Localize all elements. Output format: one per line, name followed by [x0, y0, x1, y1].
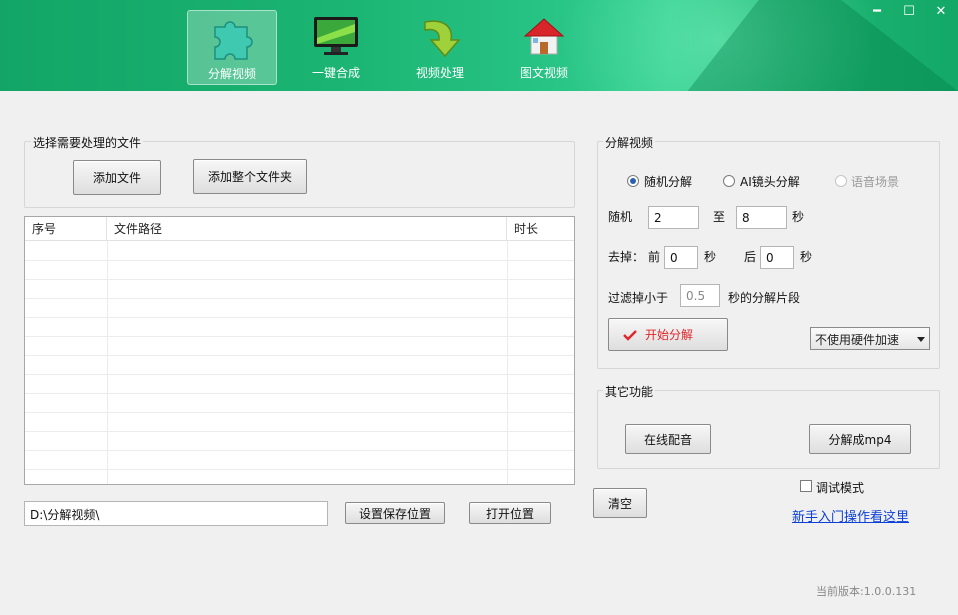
trim-front-field[interactable]: 0: [664, 246, 698, 269]
table-row: [25, 280, 574, 299]
tab-split-video[interactable]: 分解视频: [187, 10, 277, 85]
monitor-icon: [314, 17, 358, 55]
add-file-button[interactable]: 添加文件: [73, 160, 161, 195]
column-header-duration[interactable]: 时长: [507, 217, 574, 241]
to-label: 至: [713, 210, 726, 224]
table-row: [25, 242, 574, 261]
tab-label: 图文视频: [519, 66, 568, 80]
table-row: [25, 375, 574, 394]
random-max-field[interactable]: 8: [736, 206, 787, 229]
back-label: 后: [744, 250, 757, 264]
tab-video-process[interactable]: 视频处理: [395, 10, 485, 85]
debug-mode-label: 调试模式: [816, 481, 865, 495]
start-split-label: 开始分解: [645, 328, 694, 342]
tab-label: 分解视频: [207, 67, 256, 81]
close-button[interactable]: ✕: [930, 3, 952, 21]
seconds-label: 秒: [800, 250, 813, 264]
open-location-button[interactable]: 打开位置: [469, 502, 551, 524]
filter-label: 过滤掉小于: [608, 291, 669, 305]
table-row: [25, 356, 574, 375]
start-split-button[interactable]: 开始分解: [608, 318, 728, 351]
table-row: [25, 394, 574, 413]
tab-label: 视频处理: [415, 66, 464, 80]
table-row: [25, 432, 574, 451]
other-functions-title: 其它功能: [603, 383, 656, 400]
radio-label: 语音场景: [851, 175, 900, 189]
table-row: [25, 299, 574, 318]
random-label: 随机: [608, 210, 633, 224]
tab-image-text-video[interactable]: 图文视频: [499, 10, 589, 85]
file-table[interactable]: 序号 文件路径 时长: [24, 216, 575, 485]
split-to-mp4-button[interactable]: 分解成mp4: [809, 424, 911, 454]
radio-ai-shot-split[interactable]: [723, 175, 735, 187]
split-video-title: 分解视频: [603, 134, 656, 151]
random-min-field[interactable]: 2: [648, 206, 699, 229]
hw-accel-select[interactable]: 不使用硬件加速: [810, 327, 930, 350]
chevron-down-icon: [917, 337, 925, 342]
check-icon: [623, 329, 637, 341]
front-label: 前: [648, 250, 661, 264]
filter-min-field[interactable]: 0.5: [680, 284, 720, 307]
arrow-down-icon: [424, 20, 461, 58]
filter-suffix-label: 秒的分解片段: [728, 291, 801, 305]
column-header-index[interactable]: 序号: [25, 217, 107, 241]
house-icon: [523, 18, 565, 55]
seconds-label: 秒: [704, 250, 717, 264]
trim-back-field[interactable]: 0: [760, 246, 794, 269]
table-row: [25, 451, 574, 470]
table-header: 序号 文件路径 时长: [25, 217, 574, 241]
trim-label: 去掉：: [608, 250, 645, 264]
beginner-guide-link[interactable]: 新手入门操作看这里: [792, 506, 909, 525]
version-label: 当前版本:1.0.0.131: [816, 585, 917, 598]
top-banner: 分解视频 一键合成 视频处理 图文视频 ━ ☐ ✕: [0, 0, 958, 91]
table-row: [25, 413, 574, 432]
radio-random-split[interactable]: [627, 175, 639, 187]
table-row: [25, 318, 574, 337]
add-folder-button[interactable]: 添加整个文件夹: [193, 159, 307, 194]
debug-mode-checkbox[interactable]: [800, 480, 812, 492]
radio-label: AI镜头分解: [740, 175, 800, 189]
save-path-field[interactable]: D:\分解视频\: [24, 501, 328, 526]
table-row: [25, 261, 574, 280]
clear-button[interactable]: 清空: [593, 488, 647, 518]
tab-one-click-compose[interactable]: 一键合成: [291, 10, 381, 85]
radio-voice-scene: [835, 175, 847, 187]
online-dubbing-button[interactable]: 在线配音: [625, 424, 711, 454]
tab-label: 一键合成: [311, 66, 360, 80]
radio-label: 随机分解: [644, 175, 693, 189]
puzzle-icon: [214, 21, 253, 60]
set-save-location-button[interactable]: 设置保存位置: [345, 502, 445, 524]
seconds-label: 秒: [792, 210, 805, 224]
file-select-title: 选择需要处理的文件: [31, 134, 144, 151]
minimize-button[interactable]: ━: [866, 3, 888, 21]
table-row: [25, 337, 574, 356]
maximize-button[interactable]: ☐: [898, 3, 920, 21]
hw-accel-value: 不使用硬件加速: [815, 333, 900, 347]
column-header-path[interactable]: 文件路径: [107, 217, 507, 241]
